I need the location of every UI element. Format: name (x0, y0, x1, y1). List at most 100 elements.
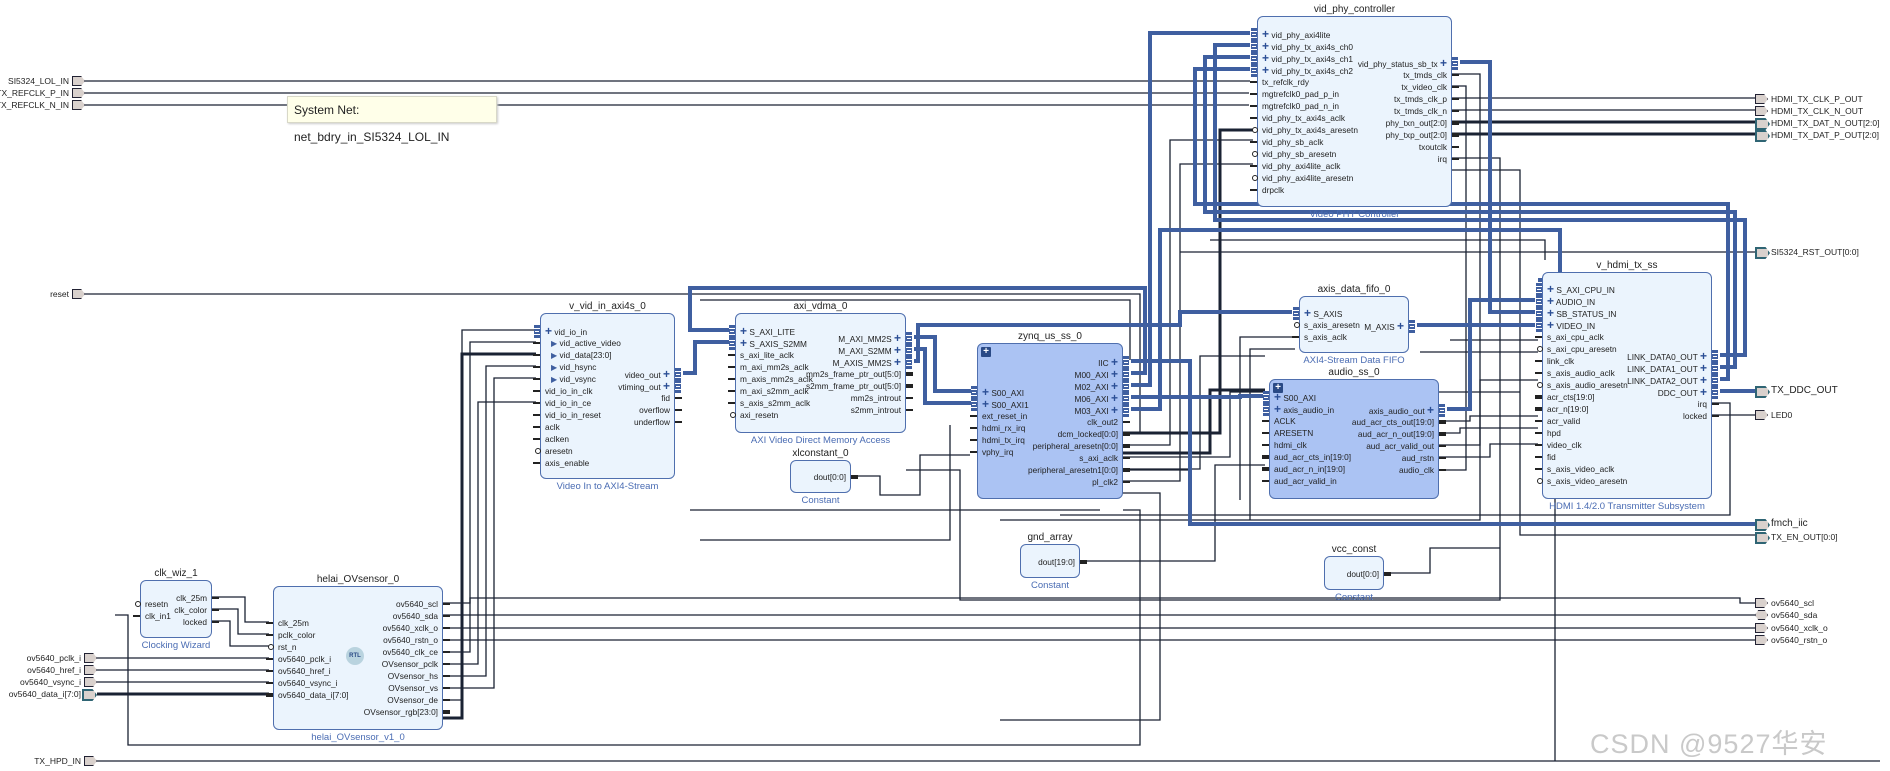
pin-txoutclk[interactable]: txoutclk (1419, 141, 1459, 153)
pin-stub[interactable] (1262, 432, 1269, 434)
pin-dout-0-0[interactable]: dout[0:0] (1347, 568, 1391, 580)
pin-stub[interactable] (133, 615, 140, 617)
pin-hpd[interactable]: hpd (1535, 427, 1561, 439)
pin-vid-vsync[interactable]: ▶ vid_vsync (533, 373, 596, 385)
pin-stub[interactable] (1252, 127, 1258, 133)
interface-connector-icon[interactable] (971, 398, 977, 411)
pin-tx-tmds-clk-p[interactable]: tx_tmds_clk_p (1394, 93, 1459, 105)
pin-stub[interactable] (1452, 98, 1459, 100)
pin-stub[interactable] (1537, 382, 1543, 388)
pin-vid-phy-tx-axi4s-ch2[interactable]: + vid_phy_tx_axi4s_ch2 (1251, 64, 1353, 77)
pin-video-clk[interactable]: video_clk (1535, 439, 1582, 451)
pin-stub[interactable] (1712, 415, 1719, 417)
pin-stub[interactable] (266, 693, 273, 697)
pin-locked[interactable]: locked (183, 616, 219, 628)
pin-s-axis-video-aclk[interactable]: s_axis_video_aclk (1535, 463, 1614, 475)
pin-stub[interactable] (1250, 117, 1257, 119)
pin-stub[interactable] (533, 414, 540, 416)
pin-aclk[interactable]: aclk (533, 421, 560, 433)
pin-s-axis-audio-aclk[interactable]: s_axis_audio_aclk (1535, 367, 1615, 379)
pin-stub[interactable] (1452, 86, 1459, 88)
pin-stub[interactable] (212, 621, 219, 623)
interface-connector-icon[interactable] (1409, 320, 1415, 333)
pin-aud-rstn[interactable]: aud_rstn (1402, 452, 1446, 464)
pin-stub[interactable] (728, 354, 735, 356)
port-hdmi-tx-clk-n-out[interactable]: HDMI_TX_CLK_N_OUT (1755, 105, 1890, 117)
pin-stub[interactable] (533, 426, 540, 428)
pin-stub[interactable] (1123, 468, 1130, 472)
pin-aud-acr-n-in-19-0[interactable]: aud_acr_n_in[19:0] (1262, 463, 1345, 475)
pin-stub[interactable] (1535, 360, 1542, 362)
pin-stub[interactable] (533, 402, 540, 404)
pin-pclk-color[interactable]: pclk_color (266, 629, 315, 641)
pin-stub[interactable] (1123, 432, 1130, 436)
pin-link-data1-out[interactable]: LINK_DATA1_OUT + (1627, 362, 1718, 375)
pin-stub[interactable] (443, 663, 450, 665)
pin-peripheral-aresetn1-0-0[interactable]: peripheral_aresetn1[0:0] (1028, 464, 1130, 476)
pin-phy-txn-out-2-0[interactable]: phy_txn_out[2:0] (1386, 117, 1459, 129)
pin-mgtrefclk0-pad-n-in[interactable]: mgtrefclk0_pad_n_in (1250, 100, 1339, 112)
port-tx-refclk-n-in[interactable]: TX_REFCLK_N_IN (0, 99, 85, 111)
port-ov5640-rstn-o[interactable]: ov5640_rstn_o (1755, 634, 1890, 646)
pin-phy-txp-out-2-0[interactable]: phy_txp_out[2:0] (1386, 129, 1459, 141)
expand-interface-icon[interactable]: + (1304, 306, 1311, 320)
pin-vphy-irq[interactable]: vphy_irq (970, 446, 1013, 458)
port-hdmi-tx-clk-p-out[interactable]: HDMI_TX_CLK_P_OUT (1755, 93, 1890, 105)
port-si5324-lol-in[interactable]: SI5324_LOL_IN (0, 75, 85, 87)
pin-aud-acr-valid-out[interactable]: aud_acr_valid_out (1366, 440, 1446, 452)
pin-clk-out2[interactable]: clk_out2 (1087, 416, 1130, 428)
block-v-hdmi-tx-ss[interactable]: v_hdmi_tx_ss HDMI 1.4/2.0 Transmitter Su… (1535, 260, 1719, 512)
pin-aud-acr-cts-in-19-0[interactable]: aud_acr_cts_in[19:0] (1262, 451, 1351, 463)
pin-clk-25m[interactable]: clk_25m (176, 592, 219, 604)
pin-stub[interactable] (851, 475, 858, 479)
pin-ov5640-rstn-o[interactable]: ov5640_rstn_o (383, 634, 450, 646)
pin-ov5640-data-i-7-0[interactable]: ov5640_data_i[7:0] (266, 689, 349, 701)
pin-stub[interactable] (730, 412, 736, 418)
pin-link-clk[interactable]: link_clk (1535, 355, 1574, 367)
pin-aresetn[interactable]: aresetn (535, 445, 573, 457)
expand-interface-icon[interactable]: + (982, 397, 989, 411)
pin-s-axi-cpu-aresetn[interactable]: s_axi_cpu_aresetn (1537, 343, 1617, 355)
port-hdmi-tx-dat-p-out-2-0[interactable]: HDMI_TX_DAT_P_OUT[2:0] (1755, 129, 1890, 142)
pin-stub[interactable] (443, 651, 450, 653)
pin-aclk[interactable]: ACLK (1262, 415, 1296, 427)
pin-s-axi-lite-aclk[interactable]: s_axi_lite_aclk (728, 349, 794, 361)
pin-stub[interactable] (135, 601, 141, 607)
pin-stub[interactable] (1123, 444, 1130, 448)
pin-s-axis-aclk[interactable]: s_axis_aclk (1292, 331, 1347, 343)
port-led0[interactable]: LED0 (1755, 409, 1890, 421)
block-xlconstant[interactable]: xlconstant_0 Constant dout[0:0] (790, 448, 858, 506)
pin-stub[interactable] (728, 390, 735, 392)
pin-ov5640-sda[interactable]: ov5640_sda (393, 610, 450, 622)
pin-stub[interactable] (1262, 455, 1269, 459)
pin-ovsensor-de[interactable]: OVsensor_de (387, 694, 450, 706)
pin-stub[interactable] (443, 627, 450, 629)
pin-dout-0-0[interactable]: dout[0:0] (814, 471, 858, 483)
expand-interface-icon[interactable]: + (1700, 385, 1707, 399)
interface-connector-icon[interactable] (1712, 386, 1718, 399)
pin-underflow[interactable]: underflow (634, 416, 682, 428)
pin-stub[interactable] (1439, 420, 1446, 424)
pin-m-axis[interactable]: M_AXIS + (1364, 320, 1415, 333)
expand-interface-icon[interactable]: + (894, 355, 901, 369)
pin-m-axi-s2mm-aclk[interactable]: m_axi_s2mm_aclk (728, 385, 809, 397)
pin-ext-reset-in[interactable]: ext_reset_in (970, 410, 1027, 422)
interface-connector-icon[interactable] (1293, 307, 1299, 320)
interface-connector-icon[interactable] (1439, 404, 1445, 417)
pin-axis-audio-out[interactable]: axis_audio_out + (1369, 404, 1445, 417)
pin-stub[interactable] (533, 438, 540, 440)
pin-acr-cts-19-0[interactable]: acr_cts[19:0] (1535, 391, 1595, 403)
pin-stub[interactable] (266, 634, 273, 636)
pin-ov5640-xclk-o[interactable]: ov5640_xclk_o (383, 622, 450, 634)
pin-stub[interactable] (268, 644, 274, 650)
pin-axis-enable[interactable]: axis_enable (533, 457, 589, 469)
pin-stub[interactable] (1252, 151, 1258, 157)
pin-rst-n[interactable]: rst_n (268, 641, 296, 653)
pin-stub[interactable] (1292, 336, 1299, 338)
port-reset[interactable]: reset (0, 288, 85, 300)
pin-stub[interactable] (1123, 421, 1130, 423)
pin-audio-clk[interactable]: audio_clk (1399, 464, 1446, 476)
pin-vid-phy-tx-axi4s-aclk[interactable]: vid_phy_tx_axi4s_aclk (1250, 112, 1345, 124)
pin-peripheral-aresetn-0-0[interactable]: peripheral_aresetn[0:0] (1033, 440, 1130, 452)
pin-stub[interactable] (443, 603, 450, 605)
